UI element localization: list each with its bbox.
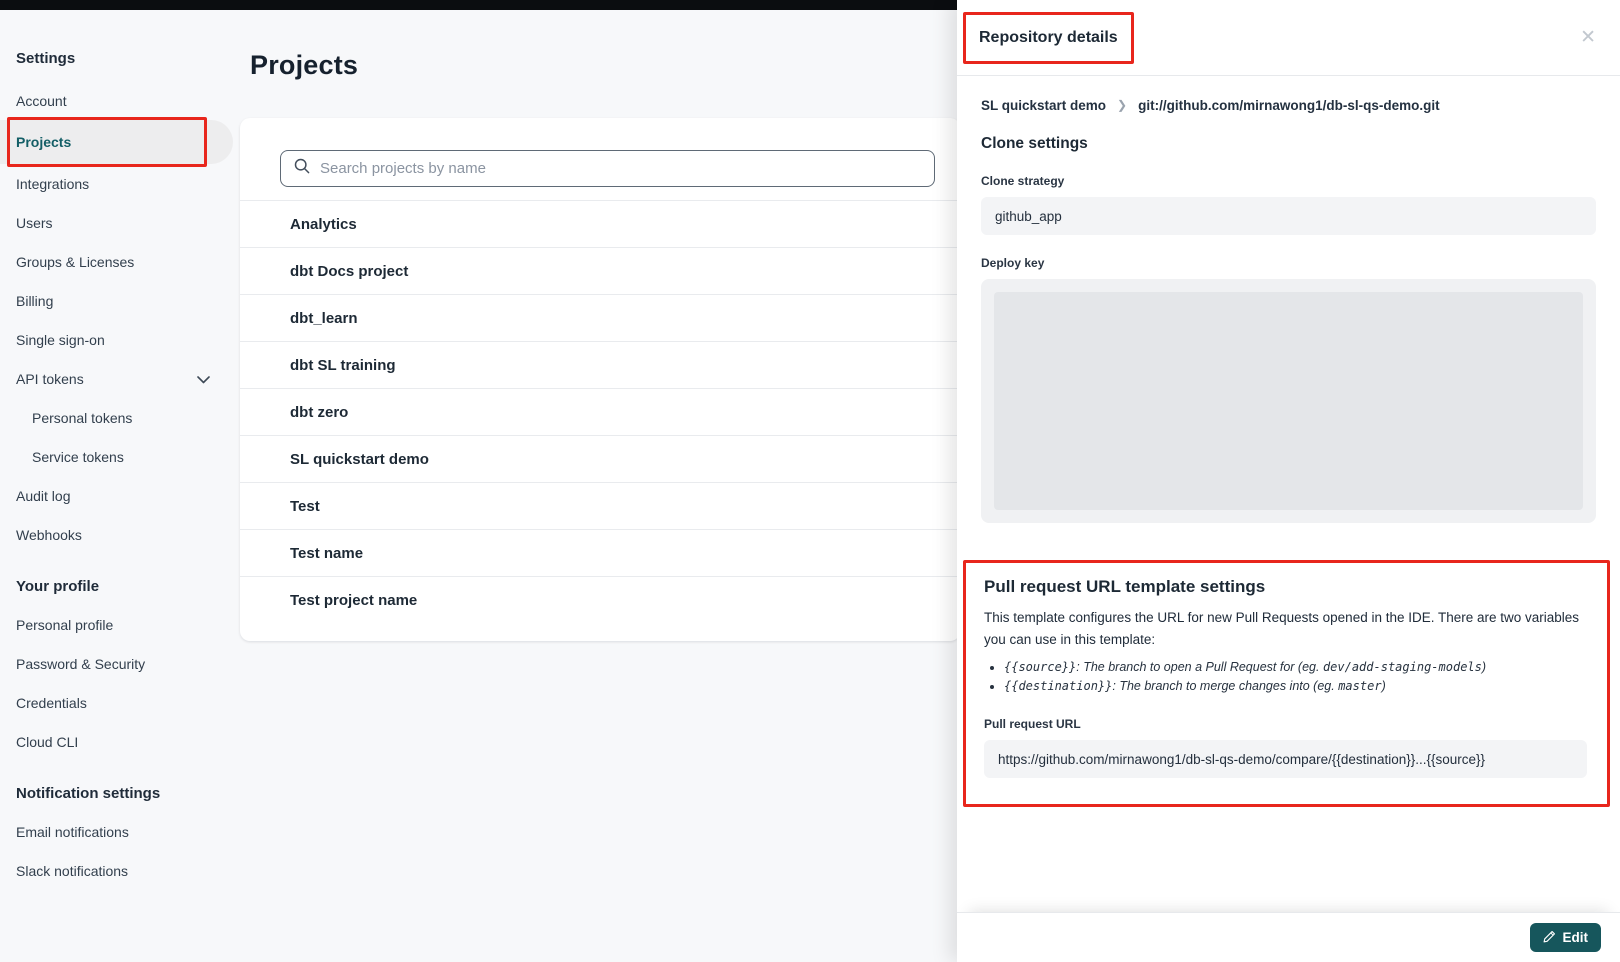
project-row[interactable]: SL quickstart demo [240,435,960,482]
variable-suffix: ) [1482,660,1486,674]
chevron-right-icon: ❯ [1117,98,1127,112]
project-row[interactable]: Test name [240,529,960,576]
sidebar-item-label: Single sign-on [16,332,105,348]
project-row[interactable]: dbt zero [240,388,960,435]
sidebar-section-notification-settings: Notification settings [16,785,224,802]
project-row[interactable]: Test [240,482,960,529]
sidebar-item-label: Cloud CLI [16,734,78,750]
sidebar-item-webhooks[interactable]: Webhooks [16,515,224,554]
sidebar-item-label: Groups & Licenses [16,254,134,270]
sidebar-item-integrations[interactable]: Integrations [16,164,224,203]
clone-settings-heading: Clone settings [981,135,1596,153]
annotation-highlight-repository-details: Repository details [963,12,1134,64]
drawer-footer: Edit [957,912,1620,962]
sidebar-item-email-notifications[interactable]: Email notifications [16,812,224,851]
sidebar-item-label: Audit log [16,488,70,504]
drawer-header: Repository details ✕ [957,0,1620,76]
search-input[interactable] [320,160,921,177]
sidebar-item-label: Personal profile [16,617,113,633]
clone-strategy-field: github_app [981,197,1596,235]
sidebar-item-label: Billing [16,293,53,309]
search-icon [294,158,310,179]
sidebar-item-users[interactable]: Users [16,203,224,242]
deploy-key-redacted-value [994,292,1583,510]
sidebar-item-projects[interactable]: Projects [0,120,233,164]
project-list: Analytics dbt Docs project dbt_learn dbt… [240,200,960,623]
sidebar-item-label: Account [16,93,67,109]
variable-item-source: {{source}}: The branch to open a Pull Re… [1004,658,1587,677]
variable-code: {{destination}} [1004,679,1112,693]
sidebar-title: Settings [16,50,224,67]
project-row[interactable]: dbt SL training [240,341,960,388]
sidebar-item-label: Password & Security [16,656,145,672]
project-row[interactable]: Analytics [240,200,960,247]
projects-page: Projects Analytics dbt Docs project dbt_… [240,10,980,641]
sidebar-item-label: Credentials [16,695,87,711]
projects-card: Analytics dbt Docs project dbt_learn dbt… [240,118,960,641]
variable-example: master [1338,679,1381,693]
clone-strategy-label: Clone strategy [981,174,1596,188]
pencil-icon [1543,930,1556,946]
pull-request-template-description: This template configures the URL for new… [984,607,1584,652]
sidebar-item-personal-tokens[interactable]: Personal tokens [16,398,224,437]
sidebar-item-label: Personal tokens [32,410,132,426]
sidebar-item-account[interactable]: Account [16,81,224,120]
edit-button-label: Edit [1563,930,1589,945]
settings-sidebar: Settings Account Projects Integrations U… [0,10,240,890]
sidebar-item-label: Integrations [16,176,89,192]
deploy-key-field [981,279,1596,523]
sidebar-item-api-tokens[interactable]: API tokens [16,359,224,398]
breadcrumb: SL quickstart demo ❯ git://github.com/mi… [981,98,1596,113]
sidebar-item-label: Email notifications [16,824,129,840]
variable-description: : The branch to merge changes into (eg. [1112,679,1338,693]
sidebar-item-credentials[interactable]: Credentials [16,683,224,722]
breadcrumb-repo-url: git://github.com/mirnawong1/db-sl-qs-dem… [1138,98,1439,113]
project-row[interactable]: Test project name [240,576,960,623]
sidebar-item-label: Webhooks [16,527,82,543]
sidebar-item-label: Users [16,215,53,231]
sidebar-item-cloud-cli[interactable]: Cloud CLI [16,722,224,761]
repository-details-drawer: Repository details ✕ SL quickstart demo … [957,0,1620,962]
sidebar-item-service-tokens[interactable]: Service tokens [16,437,224,476]
sidebar-item-label: Projects [16,134,71,150]
project-row[interactable]: dbt_learn [240,294,960,341]
sidebar-section-your-profile: Your profile [16,578,224,595]
variable-code: {{source}} [1004,660,1076,674]
edit-button[interactable]: Edit [1530,923,1602,952]
template-variables-list: {{source}}: The branch to open a Pull Re… [990,658,1587,697]
drawer-body: SL quickstart demo ❯ git://github.com/mi… [957,76,1620,912]
sidebar-item-billing[interactable]: Billing [16,281,224,320]
chevron-down-icon [197,371,210,387]
sidebar-item-label: Service tokens [32,449,124,465]
variable-suffix: ) [1382,679,1386,693]
sidebar-item-audit-log[interactable]: Audit log [16,476,224,515]
deploy-key-label: Deploy key [981,256,1596,270]
sidebar-item-label: API tokens [16,371,84,387]
sidebar-item-slack-notifications[interactable]: Slack notifications [16,851,224,890]
pull-request-url-field: https://github.com/mirnawong1/db-sl-qs-d… [984,740,1587,778]
project-row[interactable]: dbt Docs project [240,247,960,294]
variable-example: dev/add-staging-models [1323,660,1482,674]
annotation-highlight-pull-request-section: Pull request URL template settings This … [963,560,1610,807]
drawer-title: Repository details [979,29,1118,47]
sidebar-item-single-sign-on[interactable]: Single sign-on [16,320,224,359]
project-search-box[interactable] [280,150,935,187]
pull-request-url-label: Pull request URL [984,717,1587,731]
sidebar-item-groups-licenses[interactable]: Groups & Licenses [16,242,224,281]
sidebar-item-label: Slack notifications [16,863,128,879]
page-title: Projects [250,50,980,81]
variable-description: : The branch to open a Pull Request for … [1076,660,1323,674]
pull-request-template-heading: Pull request URL template settings [984,577,1587,597]
variable-item-destination: {{destination}}: The branch to merge cha… [1004,677,1587,696]
top-nav-bar [0,0,957,10]
sidebar-item-password-security[interactable]: Password & Security [16,644,224,683]
breadcrumb-project[interactable]: SL quickstart demo [981,98,1106,113]
sidebar-item-personal-profile[interactable]: Personal profile [16,605,224,644]
close-icon[interactable]: ✕ [1580,28,1596,47]
